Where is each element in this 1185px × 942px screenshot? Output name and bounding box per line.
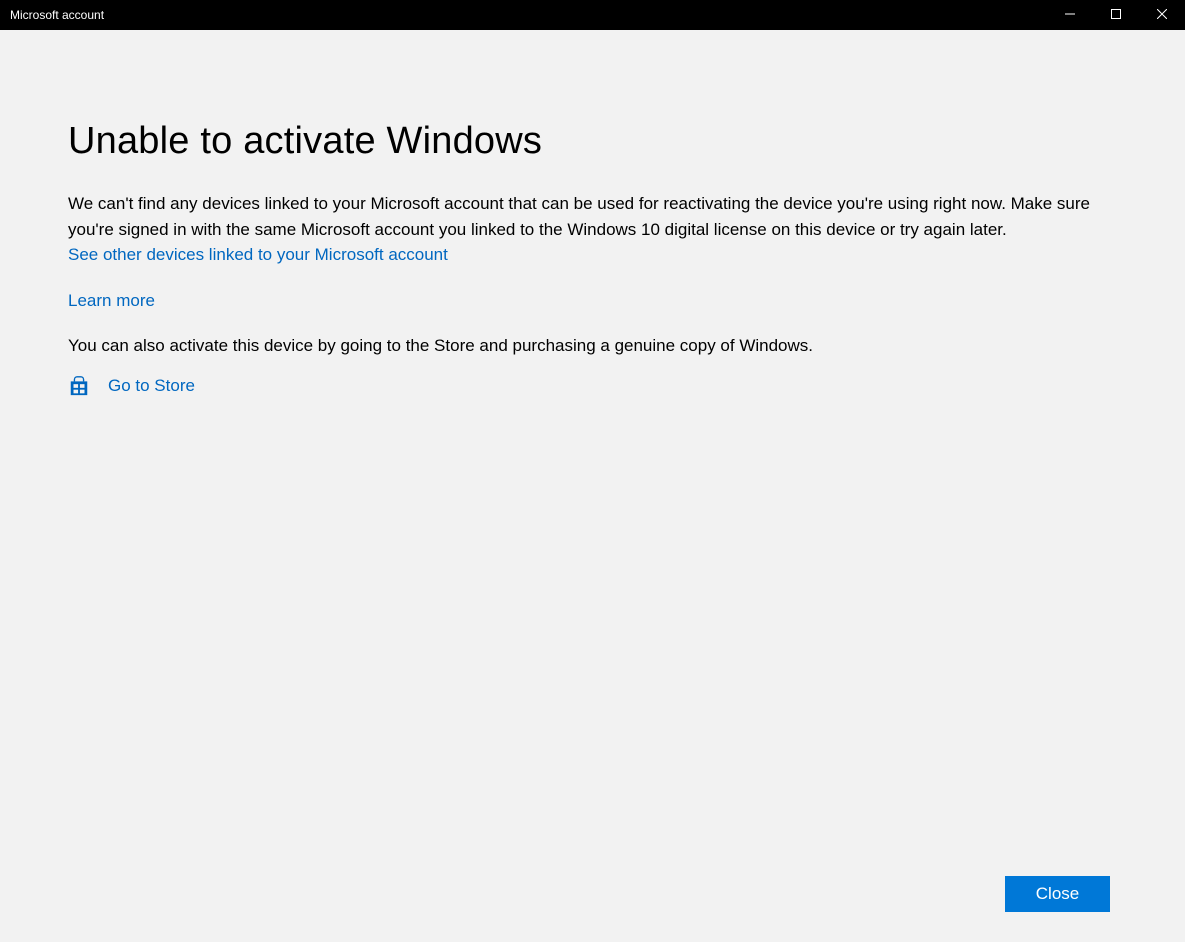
maximize-icon	[1111, 6, 1121, 24]
go-to-store-row[interactable]: Go to Store	[68, 375, 1117, 397]
go-to-store-label: Go to Store	[108, 376, 195, 396]
page-title: Unable to activate Windows	[68, 120, 1117, 163]
main-content: Unable to activate Windows We can't find…	[0, 30, 1185, 397]
footer: Close	[1005, 876, 1110, 912]
window-controls	[1047, 0, 1185, 30]
maximize-button[interactable]	[1093, 0, 1139, 30]
minimize-button[interactable]	[1047, 0, 1093, 30]
close-window-button[interactable]	[1139, 0, 1185, 30]
description-text: We can't find any devices linked to your…	[68, 191, 1117, 242]
close-icon	[1157, 6, 1167, 24]
window-title: Microsoft account	[10, 8, 104, 22]
store-description-text: You can also activate this device by goi…	[68, 333, 1117, 359]
see-devices-link[interactable]: See other devices linked to your Microso…	[68, 242, 448, 268]
close-button[interactable]: Close	[1005, 876, 1110, 912]
learn-more-link[interactable]: Learn more	[68, 288, 155, 314]
store-icon	[68, 375, 90, 397]
title-bar: Microsoft account	[0, 0, 1185, 30]
minimize-icon	[1065, 6, 1075, 24]
